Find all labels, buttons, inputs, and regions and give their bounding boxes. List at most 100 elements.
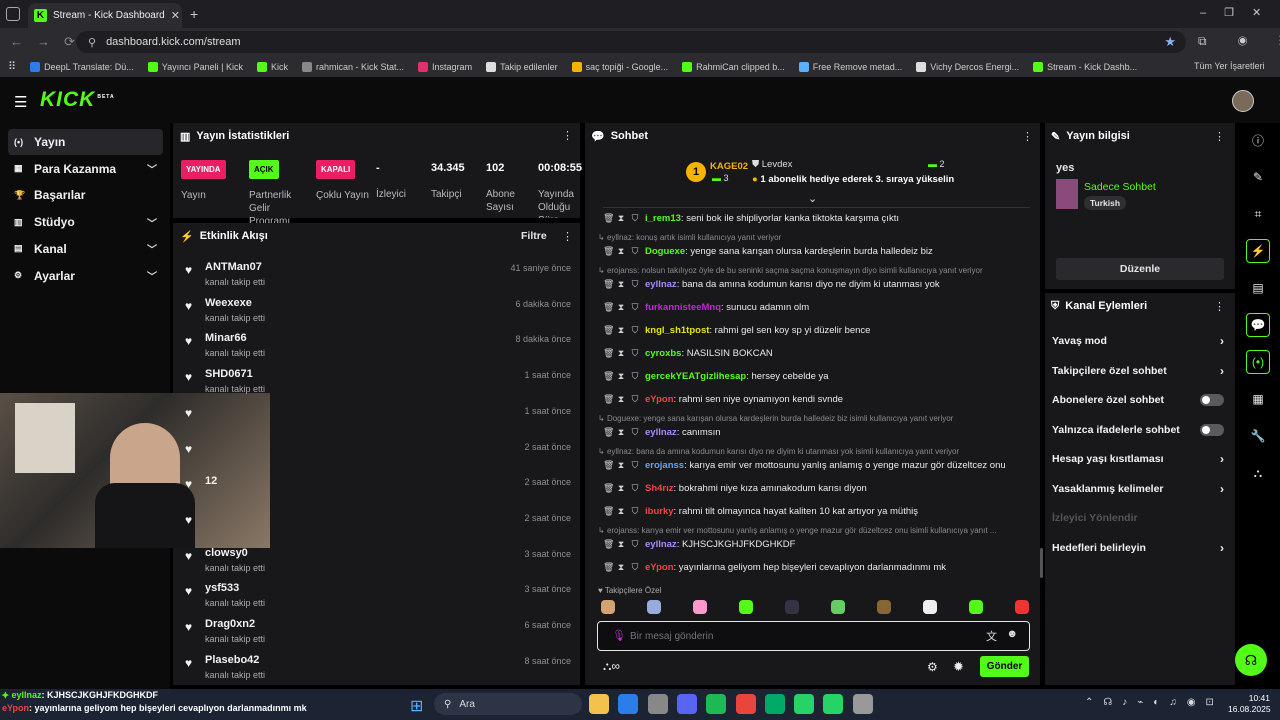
timeout-icon[interactable]: ⧗ (617, 562, 625, 573)
delete-message-icon[interactable]: 🗑 (603, 427, 614, 438)
ban-icon[interactable]: ⛉ (631, 348, 639, 359)
sidebar-item-para-kazanma[interactable]: ▦ Para Kazanma ﹀ (8, 156, 163, 182)
camera-icon[interactable]: ⌗ (1246, 202, 1270, 226)
sidebar-item-kanal[interactable]: ▤ Kanal ﹀ (8, 236, 163, 262)
timeout-icon[interactable]: ⧗ (617, 539, 625, 550)
timeout-icon[interactable]: ⧗ (617, 506, 625, 517)
delete-message-icon[interactable]: 🗑 (603, 483, 614, 494)
chat-message[interactable]: 🗑 ⧗ ⛉ i_rem13: seni bok ile shipliyorlar ka… (603, 213, 1033, 229)
bookmark-4[interactable]: Instagram (418, 61, 472, 72)
ban-icon[interactable]: ⛉ (631, 371, 639, 382)
sidebar-item-yayın[interactable]: (•) Yayın (8, 129, 163, 155)
bookmark-7[interactable]: RahmiCan clipped b... (682, 61, 785, 72)
chat-message[interactable]: 🗑 ⧗ ⛉ cyroxbs: NASILSIN BOKCAN (603, 348, 1033, 364)
activity-item[interactable]: ♥ 12 2 saat önce (185, 475, 575, 509)
chat-username[interactable]: Doguexe (645, 246, 685, 257)
ban-icon[interactable]: ⛉ (631, 483, 639, 494)
channel-action-3[interactable]: Yalnızca ifadelerle sohbet (1052, 420, 1230, 440)
follower-name[interactable]: Minar66 (205, 332, 247, 344)
emote-icon[interactable] (831, 600, 845, 614)
apps-icon[interactable]: ⠿ (8, 60, 16, 73)
toggle-switch[interactable] (1200, 394, 1224, 406)
ban-icon[interactable]: ⛉ (631, 279, 639, 290)
channel-action-7[interactable]: Hedefleri belirleyin › (1052, 538, 1230, 558)
chat-message[interactable]: 🗑 ⧗ ⛉ eyllnaz: KJHSCJKGHJFKDGHKDF (603, 539, 1033, 555)
timeout-icon[interactable]: ⧗ (617, 246, 625, 257)
chat-username[interactable]: eyllnaz (645, 279, 677, 290)
emote-icon[interactable] (877, 600, 891, 614)
ban-icon[interactable]: ⛉ (631, 394, 639, 405)
delete-message-icon[interactable]: 🗑 (603, 213, 614, 224)
channel-action-2[interactable]: Abonelere özel sohbet (1052, 390, 1230, 410)
site-info-icon[interactable]: ⚲ (88, 36, 96, 49)
chat-message[interactable]: 🗑 ⧗ ⛉ iburky: rahmi tilt olmayınca hayat ka… (603, 506, 1033, 522)
top-gifter-1[interactable]: KAGE02 (710, 161, 748, 172)
reply-context[interactable]: ↳ eyllnaz: konuş artık isimli kullanıcıy… (598, 233, 1033, 242)
bookmark-10[interactable]: Stream - Kick Dashb... (1033, 61, 1137, 72)
tab-actions-icon[interactable] (6, 7, 20, 21)
chat-icon[interactable]: 💬 (1246, 313, 1270, 337)
chat-username[interactable]: iburky (645, 506, 674, 517)
delete-message-icon[interactable]: 🗑 (603, 348, 614, 359)
expand-chevron-icon[interactable]: ⌄ (808, 192, 817, 205)
emote-icon[interactable] (1015, 600, 1029, 614)
activity-item[interactable]: ♥ SHD0671 kanalı takip etti 1 saat önce (185, 368, 575, 402)
follower-name[interactable]: Weexexe (205, 297, 252, 309)
taskbar-search[interactable]: ⚲ Ara (434, 693, 582, 715)
channel-action-4[interactable]: Hesap yaşı kısıtlaması › (1052, 449, 1230, 469)
channel-action-5[interactable]: Yasaklanmış kelimeler › (1052, 479, 1230, 499)
activity-item[interactable]: ♥ 2 saat önce (185, 440, 575, 474)
chat-username[interactable]: eYpon (645, 394, 674, 405)
address-bar[interactable]: ⚲ dashboard.kick.com/stream ★ (76, 31, 1186, 53)
stream-info-more-icon[interactable]: ⋮ (1214, 130, 1225, 143)
timeout-icon[interactable]: ⧗ (617, 279, 625, 290)
activity-item[interactable]: ♥ 1 saat önce (185, 404, 575, 438)
delete-message-icon[interactable]: 🗑 (603, 325, 614, 336)
stats-more-icon[interactable]: ⋮ (562, 129, 573, 142)
sidebar-item-başarılar[interactable]: 🏆 Başarılar (8, 182, 163, 208)
chat-message[interactable]: 🗑 ⧗ ⛉ eYpon: yayınlarına geliyom hep bişeyl… (603, 562, 1033, 578)
window-controls[interactable]: –❐✕ (1200, 6, 1279, 19)
chat-username[interactable]: eyllnaz (645, 539, 677, 550)
chat-message[interactable]: 🗑 ⧗ ⛉ eyllnaz: canımsın (603, 427, 1033, 443)
activity-item[interactable]: ♥ Minar66 kanalı takip etti 8 dakika önce (185, 332, 575, 366)
emote-icon[interactable] (923, 600, 937, 614)
chat-message[interactable]: 🗑 ⧗ ⛉ Doguexe: yenge sana karışan olursa ka… (603, 246, 1033, 262)
chat-username[interactable]: erojanss (645, 460, 684, 471)
emoji-icon[interactable]: ☻ (1006, 628, 1018, 640)
ban-icon[interactable]: ⛉ (631, 302, 639, 313)
info-icon[interactable]: ⓘ (1246, 128, 1270, 152)
chat-username[interactable]: Sh4rız (645, 483, 674, 494)
user-avatar[interactable] (1232, 90, 1254, 112)
edit-button[interactable]: Düzenle (1056, 258, 1224, 280)
follower-name[interactable]: ANTMan07 (205, 261, 262, 273)
delete-message-icon[interactable]: 🗑 (603, 394, 614, 405)
timeout-icon[interactable]: ⧗ (617, 325, 625, 336)
activity-item[interactable]: ♥ ysf533 kanalı takip etti 3 saat önce (185, 582, 575, 616)
sidebar-item-stüdyo[interactable]: ▥ Stüdyo ﹀ (8, 209, 163, 235)
reply-context[interactable]: ↳ erojanss: nolsun takılıyoz öyle de bu … (598, 266, 1033, 275)
lightning-icon[interactable]: ⚡ (1246, 239, 1270, 263)
language-tag[interactable]: Turkish (1084, 196, 1127, 210)
chat-username[interactable]: cyroxbs (645, 348, 681, 359)
all-bookmarks[interactable]: Tüm Yer İşaretleri (1194, 61, 1265, 71)
delete-message-icon[interactable]: 🗑 (603, 302, 614, 313)
support-chat-button[interactable]: ☊ (1235, 644, 1267, 676)
reply-context[interactable]: ↳ eyllnaz: bana da amına kodumun karısı … (598, 447, 1033, 456)
emote-icon[interactable] (969, 600, 983, 614)
sidebar-item-ayarlar[interactable]: ⚙ Ayarlar ﹀ (8, 263, 163, 289)
timeout-icon[interactable]: ⧗ (617, 371, 625, 382)
bookmark-9[interactable]: Vichy Dercos Energi... (916, 61, 1019, 72)
follower-name[interactable]: 12 (205, 475, 217, 487)
taskbar-app-icon[interactable] (589, 694, 609, 714)
extensions-icon[interactable]: ⧉ ◉ ⋮ (1198, 34, 1280, 49)
timeout-icon[interactable]: ⧗ (617, 213, 625, 224)
chat-username[interactable]: i_rem13 (645, 213, 681, 224)
delete-message-icon[interactable]: 🗑 (603, 246, 614, 257)
delete-message-icon[interactable]: 🗑 (603, 460, 614, 471)
chat-message[interactable]: 🗑 ⧗ ⛉ Sh4rız: bokrahmi niye kıza amınakodum… (603, 483, 1033, 499)
emote-icon[interactable] (647, 600, 661, 614)
chat-message[interactable]: 🗑 ⧗ ⛉ furkannisteeMnq: sunucu adamın olm (603, 302, 1033, 318)
chat-input-box[interactable]: 🎙 文 ☻ (597, 621, 1030, 651)
delete-message-icon[interactable]: 🗑 (603, 371, 614, 382)
